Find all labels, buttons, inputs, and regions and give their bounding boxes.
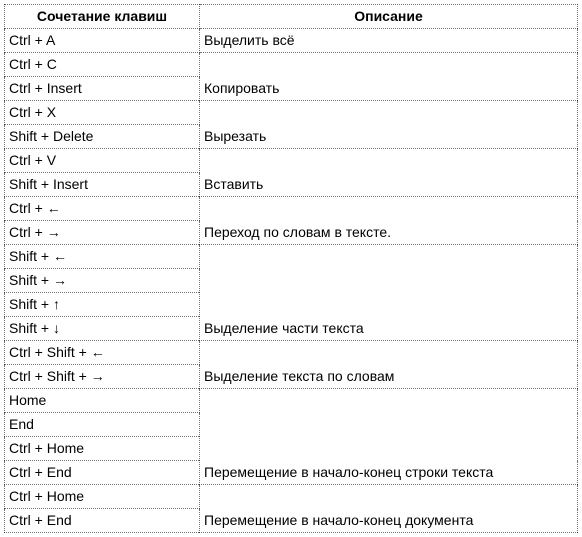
description-cell: Переход по словам в тексте. — [200, 197, 578, 245]
description-cell: Копировать — [200, 53, 578, 101]
header-description: Описание — [200, 5, 578, 29]
shortcut-cell: Shift + → — [5, 269, 200, 293]
table-row: Ctrl + ←Переход по словам в тексте. — [5, 197, 578, 221]
shortcut-cell: Ctrl + X — [5, 101, 200, 125]
shortcut-cell: Ctrl + A — [5, 29, 200, 53]
table-row: Ctrl + XВырезать — [5, 101, 578, 125]
description-cell: Перемещение в начало-конец документа — [200, 485, 578, 533]
shortcut-table: Сочетание клавиш Описание Ctrl + AВыдели… — [4, 4, 578, 533]
shortcut-cell: Shift + Insert — [5, 173, 200, 197]
shortcut-cell: End — [5, 413, 200, 437]
shortcut-cell: Ctrl + C — [5, 53, 200, 77]
shortcut-cell: Ctrl + Home — [5, 485, 200, 509]
shortcut-cell: Ctrl + → — [5, 221, 200, 245]
table-row: Ctrl + AВыделить всё — [5, 29, 578, 53]
description-cell: Выделение текста по словам — [200, 341, 578, 389]
shortcut-cell: Ctrl + ← — [5, 197, 200, 221]
description-cell: Выделение части текста — [200, 245, 578, 341]
table-row: Ctrl + CКопировать — [5, 53, 578, 77]
shortcut-cell: Shift + ← — [5, 245, 200, 269]
description-cell: Перемещение в начало-конец строки текста — [200, 389, 578, 485]
shortcut-cell: Ctrl + Home — [5, 437, 200, 461]
shortcut-cell: Shift + ↑ — [5, 293, 200, 317]
shortcut-cell: Ctrl + V — [5, 149, 200, 173]
description-cell: Вырезать — [200, 101, 578, 149]
shortcut-cell: Ctrl + Insert — [5, 77, 200, 101]
shortcut-cell: Shift + Delete — [5, 125, 200, 149]
shortcut-cell: Ctrl + Shift + ← — [5, 341, 200, 365]
table-row: HomeПеремещение в начало-конец строки те… — [5, 389, 578, 413]
shortcut-cell: Shift + ↓ — [5, 317, 200, 341]
header-shortcut: Сочетание клавиш — [5, 5, 200, 29]
shortcut-cell: Home — [5, 389, 200, 413]
description-cell: Вставить — [200, 149, 578, 197]
table-row: Ctrl + Shift + ←Выделение текста по слов… — [5, 341, 578, 365]
description-cell: Выделить всё — [200, 29, 578, 53]
shortcut-cell: Ctrl + End — [5, 461, 200, 485]
table-row: Ctrl + VВставить — [5, 149, 578, 173]
table-row: Shift + ←Выделение части текста — [5, 245, 578, 269]
table-row: Ctrl + HomeПеремещение в начало-конец до… — [5, 485, 578, 509]
shortcut-cell: Ctrl + End — [5, 509, 200, 533]
shortcut-cell: Ctrl + Shift + → — [5, 365, 200, 389]
